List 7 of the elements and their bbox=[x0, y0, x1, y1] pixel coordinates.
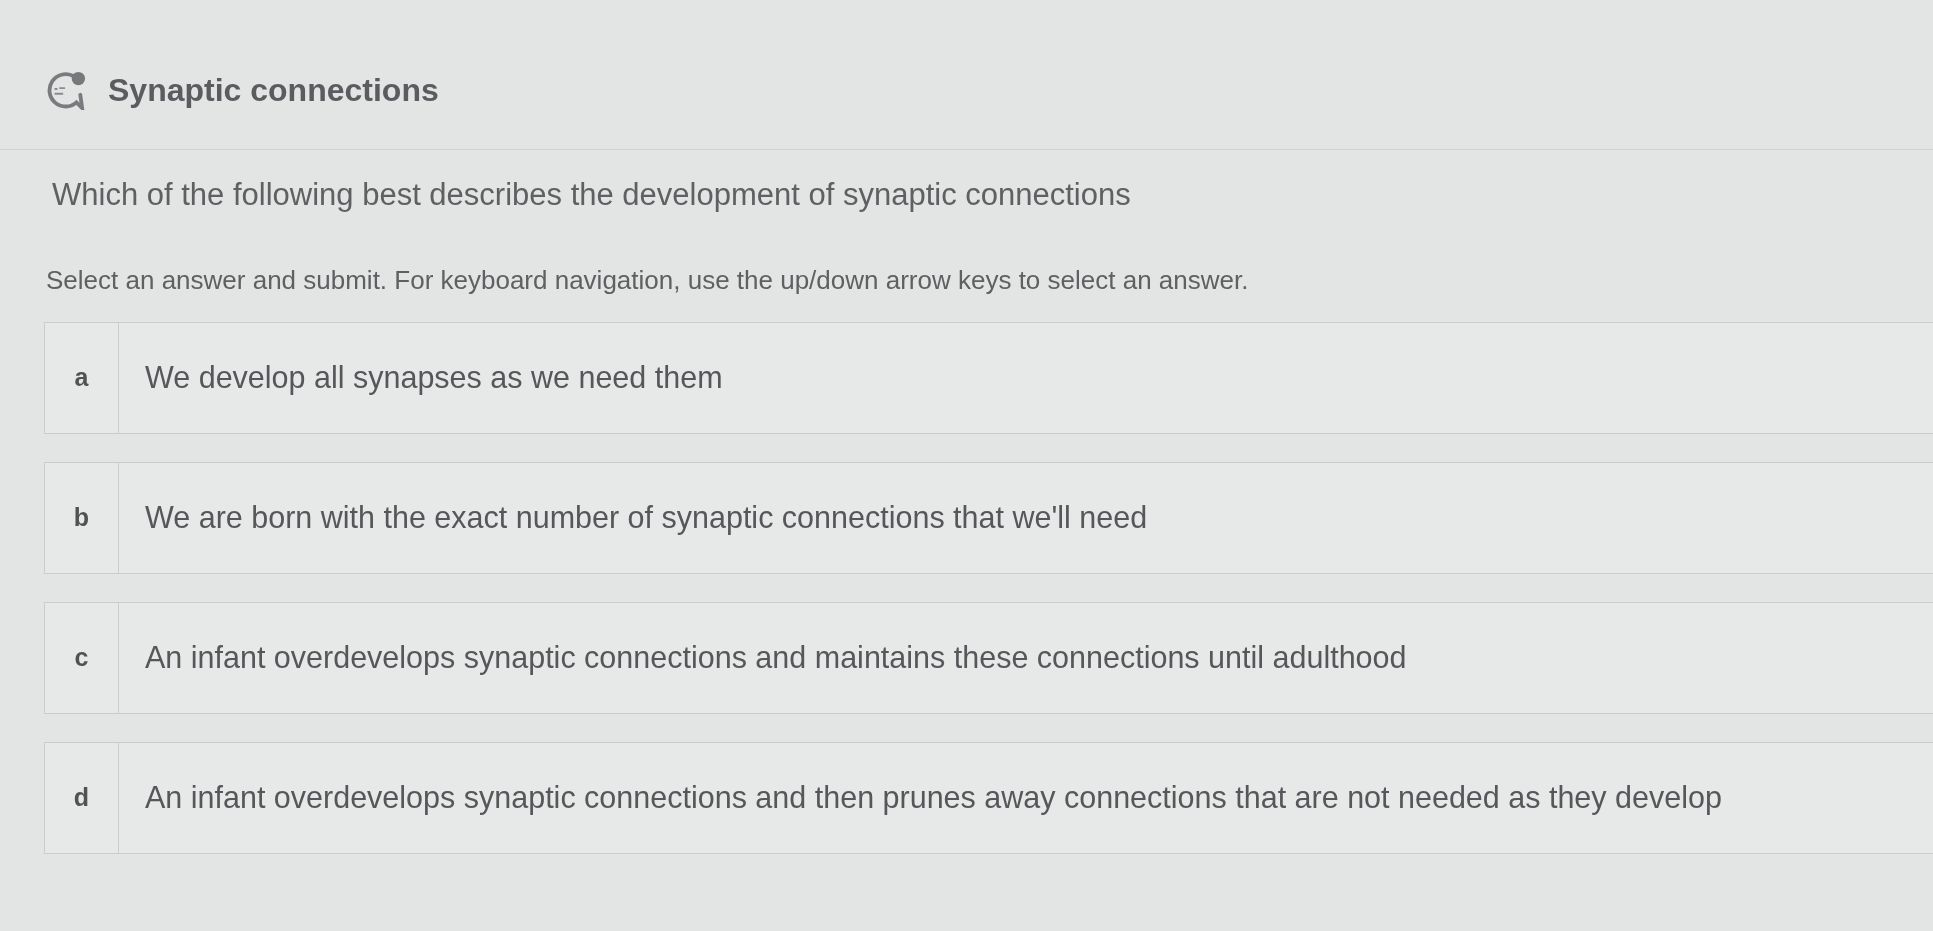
instructions-text: Select an answer and submit. For keyboard navigation, use the up/down arrow keys to select an answer. bbox=[45, 263, 1250, 297]
quiz-title: Synaptic connections bbox=[108, 70, 439, 110]
question-text: Which of the following best describes the development of synaptic connections bbox=[51, 176, 1132, 214]
answer-option[interactable]: d An infant overdevelops synaptic connections and then prunes away connections that are not needed as they develop bbox=[44, 741, 1933, 854]
answer-option[interactable]: b We are born with the exact number of synaptic connections that we'll need bbox=[44, 461, 1933, 574]
answer-option[interactable]: c An infant overdevelops synaptic connections and maintains these connections until adulthood bbox=[44, 601, 1933, 714]
answer-option[interactable]: a We develop all synapses as we need them bbox=[44, 321, 1933, 434]
